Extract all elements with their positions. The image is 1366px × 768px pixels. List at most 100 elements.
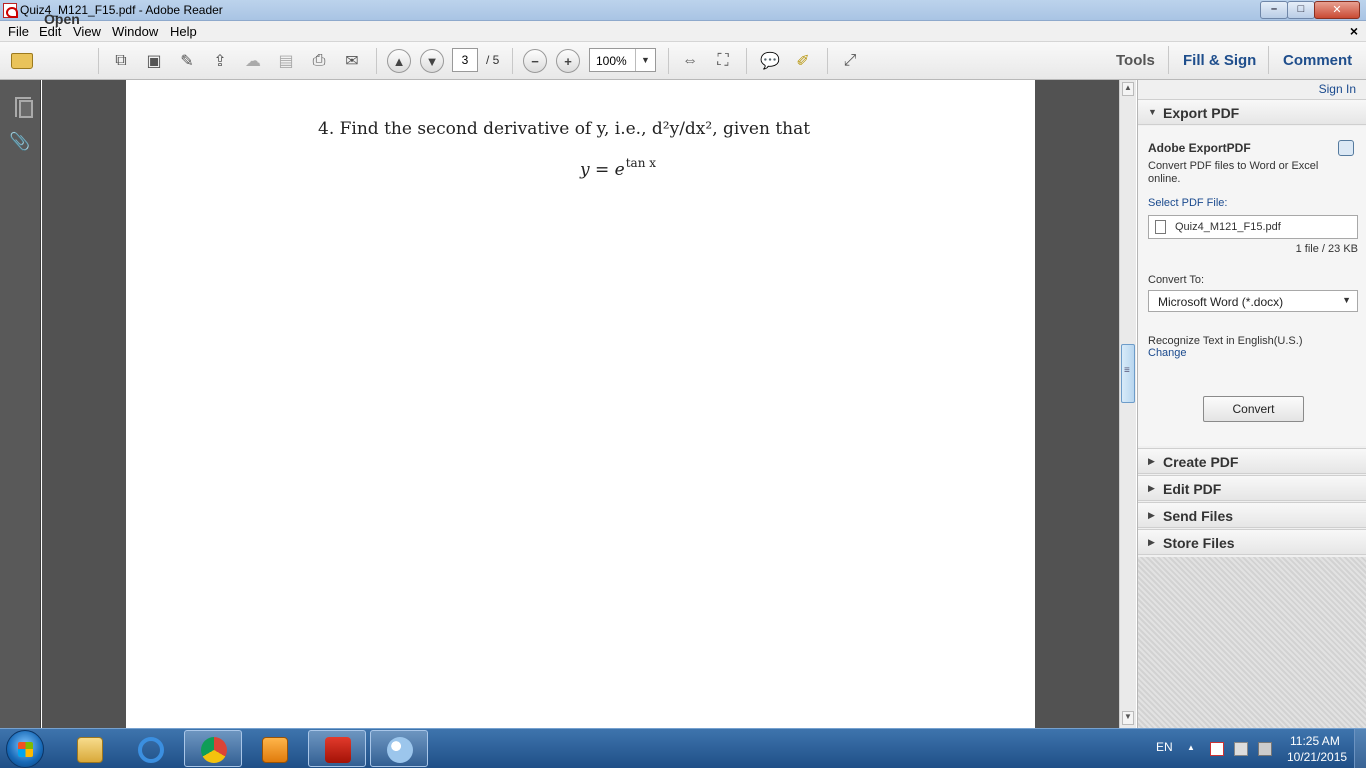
sticky-note-icon[interactable]: 💬 bbox=[758, 49, 782, 73]
menu-window[interactable]: Window bbox=[112, 24, 158, 39]
edit-pdf-title: Edit PDF bbox=[1163, 481, 1222, 497]
change-language-link[interactable]: Change bbox=[1148, 347, 1187, 359]
close-button[interactable]: ✕ bbox=[1314, 1, 1360, 19]
comment-tab[interactable]: Comment bbox=[1283, 52, 1352, 69]
convert-to-select[interactable]: Microsoft Word (*.docx) ▼ bbox=[1148, 290, 1358, 312]
taskbar-explorer[interactable] bbox=[60, 730, 118, 767]
paperclip-icon: 📎 bbox=[9, 132, 31, 151]
network-icon[interactable] bbox=[1258, 742, 1272, 756]
highlight-text-icon[interactable]: ✐ bbox=[791, 49, 815, 73]
zoom-select[interactable]: 100% ▼ bbox=[589, 48, 656, 72]
next-page-button[interactable]: ▼ bbox=[420, 49, 444, 73]
triangle-right-icon: ▶ bbox=[1148, 510, 1155, 520]
chevron-down-icon[interactable]: ▼ bbox=[635, 49, 655, 71]
page-thumbnails-button[interactable] bbox=[9, 90, 33, 118]
clock-date[interactable]: 10/21/2015 bbox=[1287, 750, 1347, 764]
taskbar-adobe-reader[interactable] bbox=[308, 730, 366, 767]
clock-time[interactable]: 11:25 AM bbox=[1290, 734, 1340, 748]
fit-page-icon[interactable]: ⛶ bbox=[711, 49, 735, 73]
scroll-up-arrow[interactable]: ▲ bbox=[1122, 82, 1134, 96]
edit-pdf-header[interactable]: ▶ Edit PDF bbox=[1138, 475, 1366, 501]
navigation-pane: 📎 bbox=[0, 80, 41, 728]
edit-pdf-icon[interactable]: ✎ bbox=[175, 49, 199, 73]
fill-sign-tab[interactable]: Fill & Sign bbox=[1183, 52, 1256, 69]
toolbar-divider bbox=[668, 48, 669, 74]
windows-logo-icon bbox=[18, 742, 33, 757]
convert-button[interactable]: Convert bbox=[1203, 396, 1304, 422]
toolbar: ⧉ ▣ ✎ ⇪ ☁ ▤ ⎙ ✉ ▲ ▼ − + ⇔ ⛶ 💬 ✐ ⤢ bbox=[0, 42, 1366, 80]
toolbar-divider bbox=[1268, 46, 1269, 74]
file-explorer-icon bbox=[77, 737, 103, 763]
page-total: / 5 bbox=[486, 53, 500, 67]
store-files-header[interactable]: ▶ Store Files bbox=[1138, 529, 1366, 555]
window-controls: – □ ✕ bbox=[1260, 1, 1360, 19]
title-bar: Quiz4_M121_F15.pdf - Adobe Reader – □ ✕ bbox=[0, 0, 1366, 21]
scroll-thumb[interactable] bbox=[1121, 344, 1135, 403]
close-document-button[interactable]: × bbox=[1350, 23, 1358, 39]
arrow-up-icon: ▲ bbox=[392, 53, 406, 69]
vertical-scrollbar[interactable]: ▲ ▼ bbox=[1119, 80, 1136, 728]
open-label[interactable]: Open bbox=[44, 11, 80, 27]
cloud-upload-icon[interactable]: ☁ bbox=[241, 49, 265, 73]
recognize-text-label: Recognize Text in English(U.S.) bbox=[1148, 335, 1303, 347]
action-center-flag-icon[interactable] bbox=[1210, 742, 1224, 756]
internet-explorer-icon bbox=[138, 737, 164, 763]
menu-file[interactable]: File bbox=[8, 24, 29, 39]
taskbar-paint[interactable] bbox=[370, 730, 428, 767]
convert-pdf-icon[interactable]: ▣ bbox=[142, 49, 166, 73]
power-icon[interactable] bbox=[1234, 742, 1248, 756]
question-text: 4. Find the second derivative of y, i.e.… bbox=[318, 119, 811, 139]
equation: y = etan x bbox=[580, 156, 656, 180]
plus-icon: + bbox=[564, 53, 572, 69]
tools-tab[interactable]: Tools bbox=[1116, 52, 1155, 69]
send-files-header[interactable]: ▶ Send Files bbox=[1138, 502, 1366, 528]
create-pdf-title: Create PDF bbox=[1163, 454, 1239, 470]
document-area: 4. Find the second derivative of y, i.e.… bbox=[42, 80, 1119, 728]
minimize-icon: – bbox=[1270, 3, 1278, 15]
triangle-down-icon: ▼ bbox=[1148, 107, 1157, 117]
maximize-button[interactable]: □ bbox=[1287, 1, 1315, 19]
language-indicator[interactable]: EN bbox=[1156, 740, 1173, 754]
scroll-down-arrow[interactable]: ▼ bbox=[1122, 711, 1134, 725]
taskbar-chrome[interactable] bbox=[184, 730, 242, 767]
service-description-2: online. bbox=[1148, 173, 1181, 185]
show-hidden-icons-button[interactable]: ▲ bbox=[1187, 743, 1195, 752]
print-icon[interactable]: ⎙ bbox=[307, 49, 331, 73]
taskbar-internet-explorer[interactable] bbox=[121, 730, 179, 767]
taskbar-media-player[interactable] bbox=[245, 730, 303, 767]
export-pdf-header[interactable]: ▼ Export PDF bbox=[1138, 99, 1366, 125]
create-pdf-icon[interactable]: ⧉ bbox=[109, 49, 133, 73]
open-button[interactable] bbox=[10, 49, 34, 73]
file-icon bbox=[1155, 220, 1166, 234]
service-description-1: Convert PDF files to Word or Excel bbox=[1148, 160, 1319, 172]
minimize-button[interactable]: – bbox=[1260, 1, 1288, 19]
create-pdf-header[interactable]: ▶ Create PDF bbox=[1138, 448, 1366, 474]
adobe-reader-icon bbox=[325, 737, 351, 763]
maximize-icon: □ bbox=[1297, 3, 1305, 15]
full-screen-icon[interactable]: ⤢ bbox=[838, 49, 862, 73]
zoom-out-button[interactable]: − bbox=[523, 49, 547, 73]
adobe-reader-icon bbox=[3, 3, 18, 18]
show-desktop-button[interactable] bbox=[1354, 729, 1366, 768]
toolbar-divider bbox=[512, 48, 513, 74]
chrome-icon bbox=[201, 737, 227, 763]
toolbar-divider bbox=[827, 48, 828, 74]
previous-page-button[interactable]: ▲ bbox=[387, 49, 411, 73]
export-service-icon[interactable] bbox=[1338, 140, 1354, 156]
zoom-value: 100% bbox=[596, 54, 627, 68]
close-icon: ✕ bbox=[1332, 4, 1342, 16]
page-number-input[interactable]: 3 bbox=[452, 48, 478, 72]
sign-in-link[interactable]: Sign In bbox=[1319, 82, 1356, 96]
email-icon[interactable]: ✉ bbox=[340, 49, 364, 73]
minus-icon: − bbox=[531, 53, 539, 69]
save-icon[interactable]: ▤ bbox=[274, 49, 298, 73]
attachments-button[interactable]: 📎 bbox=[9, 132, 31, 154]
menu-help[interactable]: Help bbox=[170, 24, 197, 39]
zoom-in-button[interactable]: + bbox=[556, 49, 580, 73]
start-button[interactable] bbox=[6, 730, 44, 768]
selected-file-field[interactable]: Quiz4_M121_F15.pdf bbox=[1148, 215, 1358, 239]
arrow-down-icon: ▼ bbox=[425, 53, 439, 69]
file-name: Quiz4_M121_F15.pdf bbox=[1175, 221, 1281, 233]
share-folder-icon[interactable]: ⇪ bbox=[208, 49, 232, 73]
fit-width-icon[interactable]: ⇔ bbox=[678, 49, 702, 73]
